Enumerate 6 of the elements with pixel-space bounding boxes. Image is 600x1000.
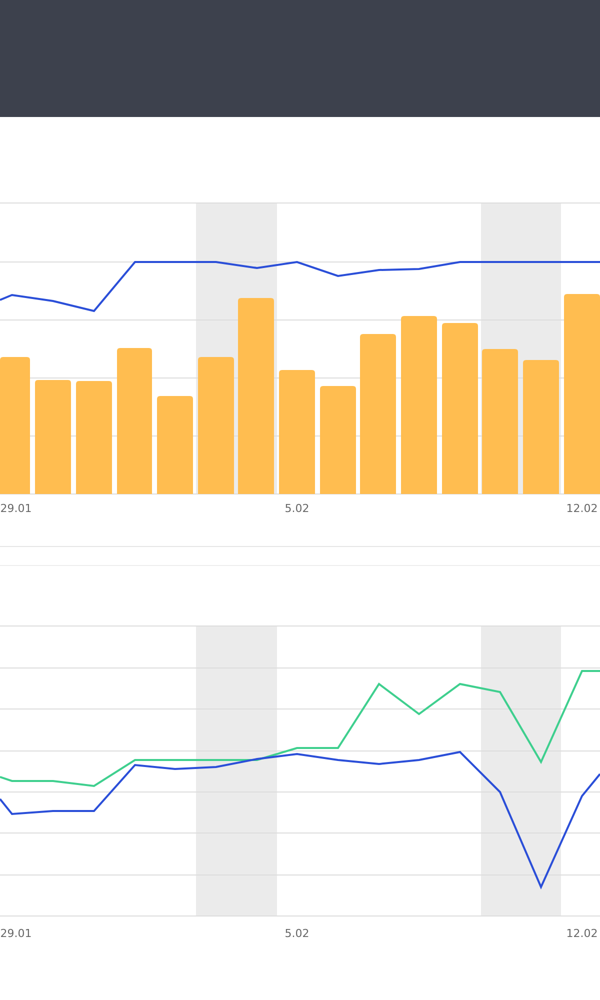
axis-label: 12.02	[566, 502, 598, 515]
axis-label: 29.01	[0, 502, 32, 515]
axis-label: 5.02	[284, 927, 310, 940]
axis-label: 29.01	[0, 927, 32, 940]
axis-label: 5.02	[284, 502, 310, 515]
axis-label: 12.02	[566, 927, 598, 940]
